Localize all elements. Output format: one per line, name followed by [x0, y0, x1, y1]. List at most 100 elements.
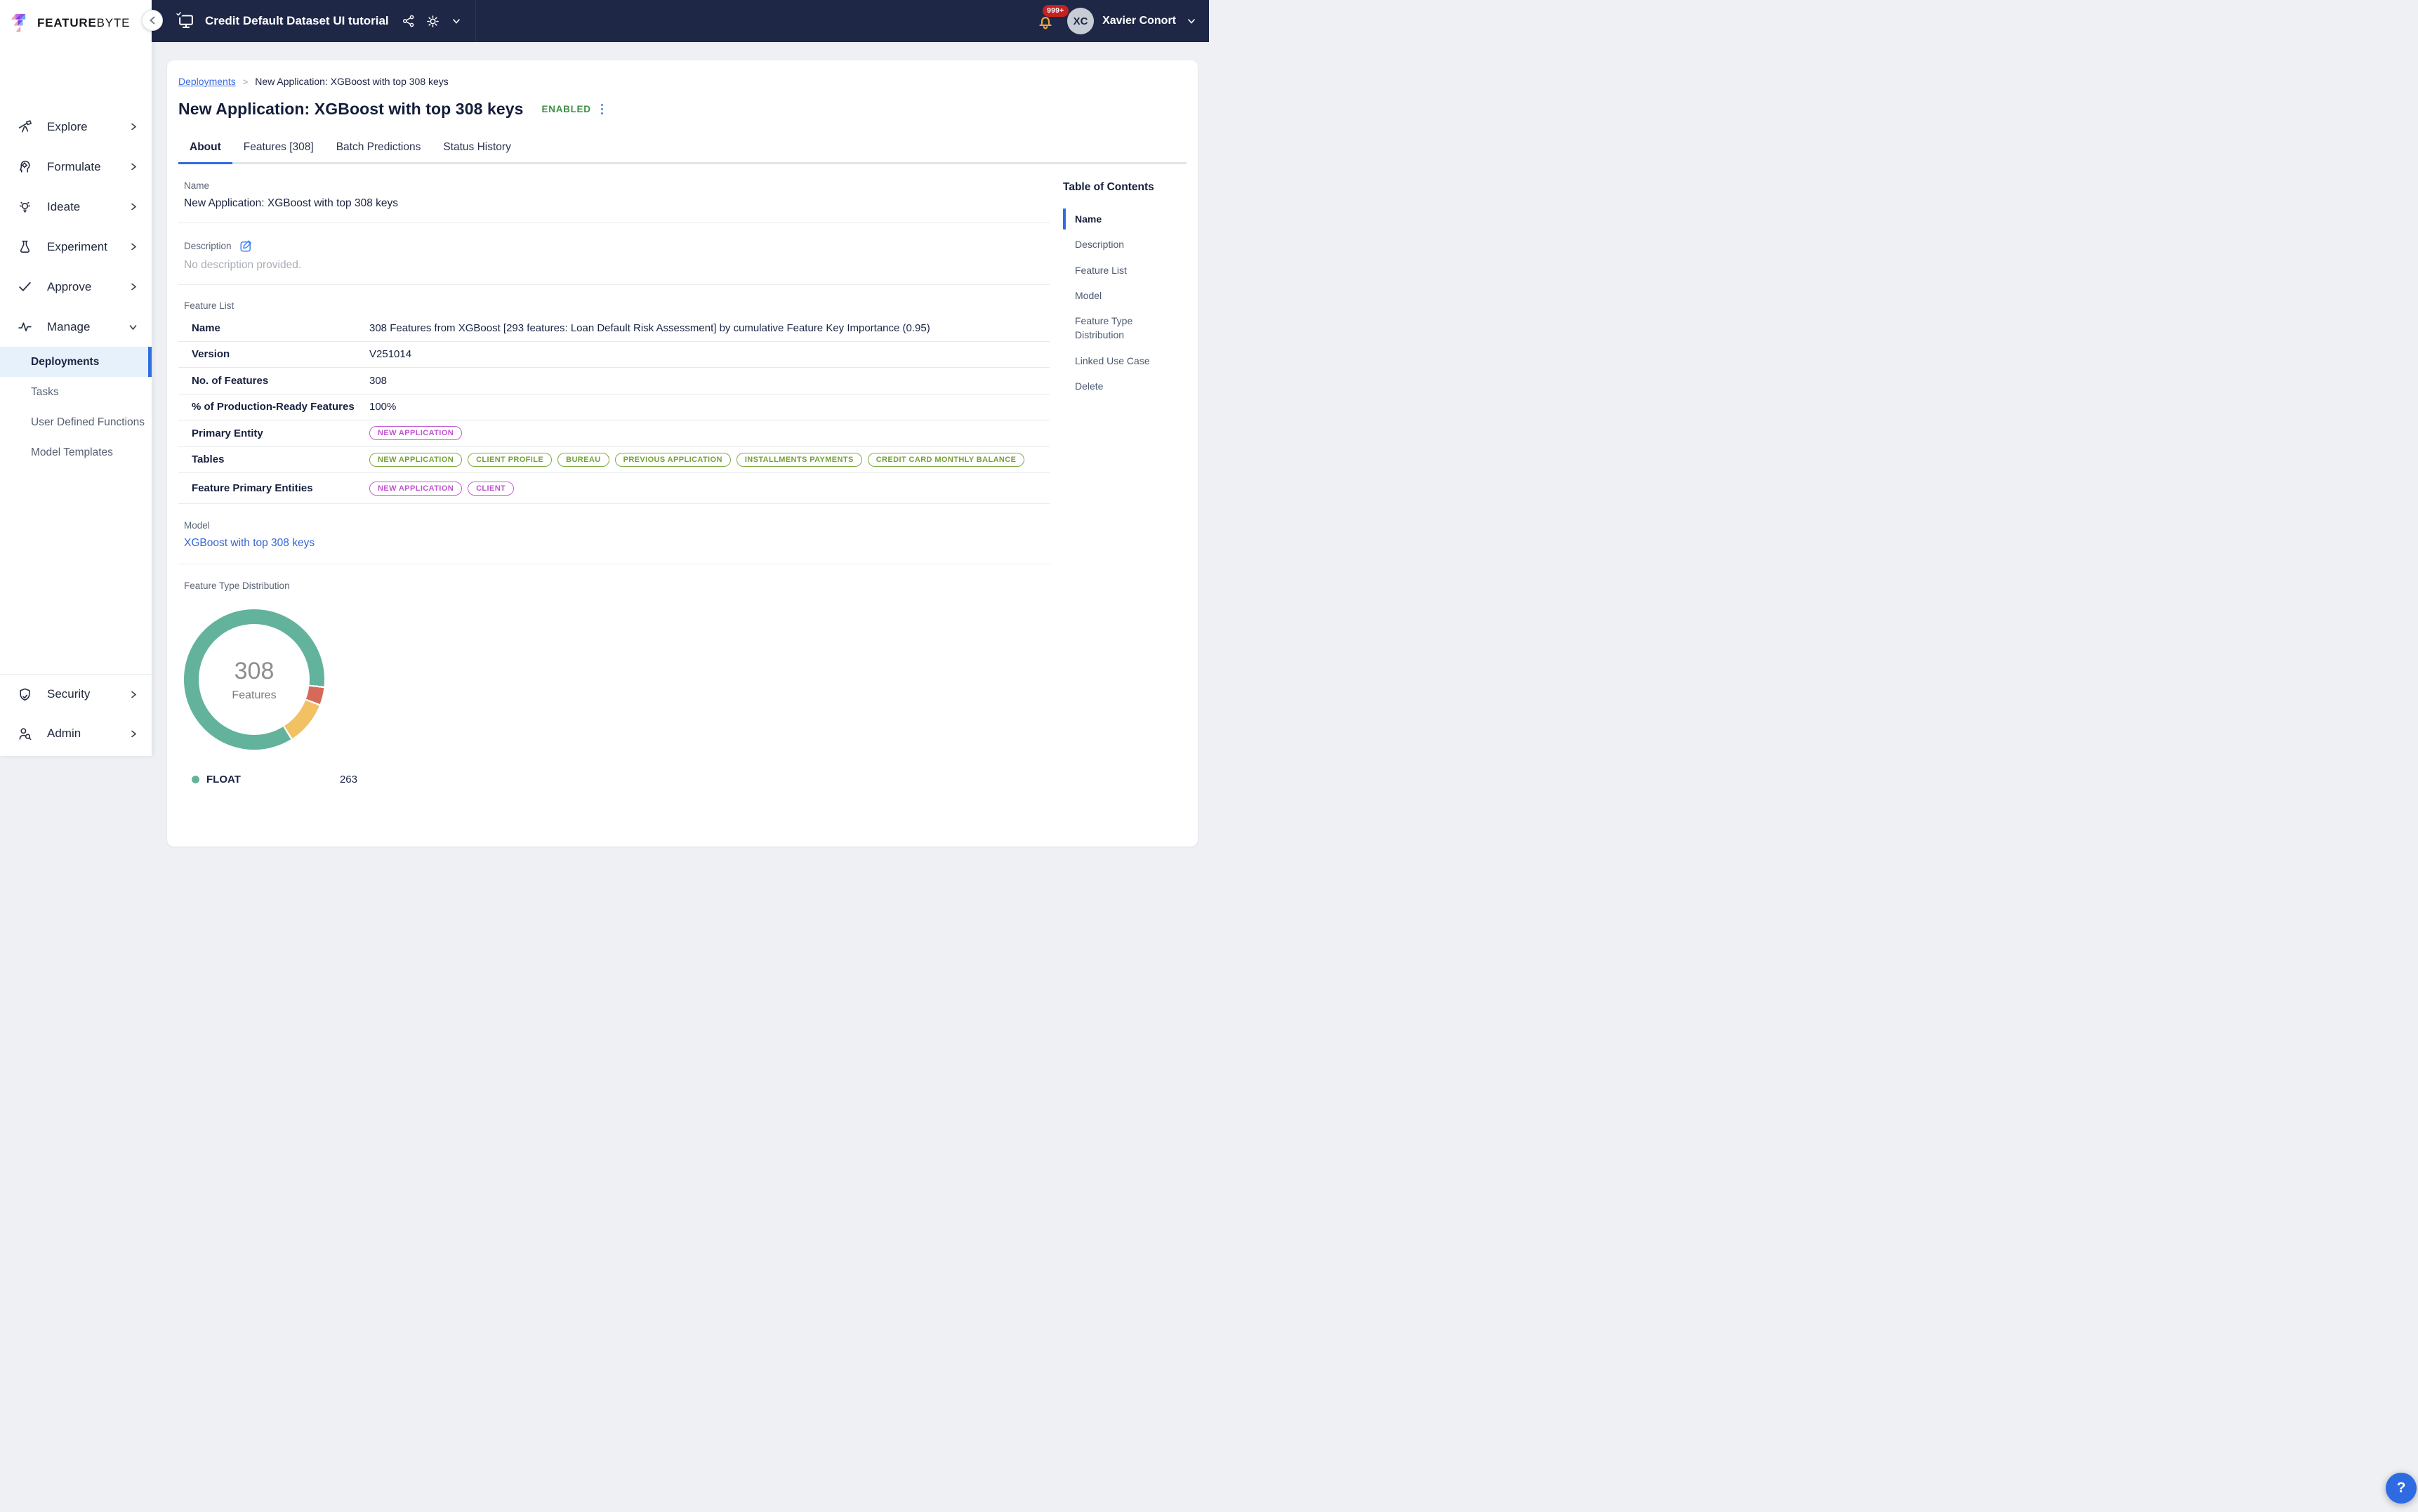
gear-icon[interactable]	[425, 14, 440, 29]
sidebar-item-deployments[interactable]: Deployments	[0, 347, 152, 377]
chevron-right-icon	[129, 282, 138, 291]
sidebar-item-model-templates[interactable]: Model Templates	[0, 437, 152, 467]
donut-ring: 308 Features	[184, 609, 324, 750]
tab-about[interactable]: About	[178, 134, 232, 162]
donut-total: 308	[234, 658, 275, 685]
sidebar-item-label: Experiment	[47, 240, 107, 254]
chevron-right-icon	[129, 122, 138, 131]
deployment-detail-card: Deployments > New Application: XGBoost w…	[167, 60, 1198, 847]
sidebar-item-label: Admin	[47, 727, 81, 741]
sidebar-item-label: Manage	[47, 320, 90, 334]
deployment-name-value: New Application: XGBoost with top 308 ke…	[184, 197, 1050, 223]
notification-count-badge: 999+	[1043, 5, 1068, 17]
sidebar-item-formulate[interactable]: Formulate	[0, 147, 152, 187]
sidebar-item-label: Deployments	[31, 356, 99, 369]
table-tag[interactable]: NEW APPLICATION	[369, 453, 462, 467]
breadcrumb: Deployments > New Application: XGBoost w…	[178, 76, 1187, 87]
sidebar: FEATUREBYTE Explore Formulate	[0, 0, 152, 756]
edit-description-icon[interactable]	[239, 239, 253, 253]
section-feature-list: Feature List Name 308 Features from XGBo…	[178, 285, 1050, 504]
breadcrumb-current: New Application: XGBoost with top 308 ke…	[255, 76, 448, 87]
production-ready-value: 100%	[369, 401, 396, 413]
catalog-title[interactable]: Credit Default Dataset UI tutorial	[205, 14, 389, 28]
tab-features[interactable]: Features [308]	[232, 134, 325, 162]
toc-item-feature-type-distribution[interactable]: Feature Type Distribution	[1063, 308, 1168, 348]
activity-pulse-icon	[17, 319, 32, 335]
sidebar-item-ideate[interactable]: Ideate	[0, 187, 152, 227]
tab-batch-predictions[interactable]: Batch Predictions	[325, 134, 432, 162]
head-gear-icon	[17, 159, 32, 175]
toc-item-name[interactable]: Name	[1063, 206, 1168, 232]
sidebar-item-user-defined-functions[interactable]: User Defined Functions	[0, 407, 152, 437]
shield-check-icon	[17, 687, 32, 702]
sidebar-nav: Explore Formulate Ideate	[0, 107, 152, 347]
sidebar-item-label: Model Templates	[31, 446, 113, 459]
sidebar-item-label: Ideate	[47, 200, 80, 214]
avatar[interactable]: XC	[1067, 8, 1094, 34]
sidebar-item-tasks[interactable]: Tasks	[0, 377, 152, 407]
table-row-primary-entity: Primary Entity NEW APPLICATION	[178, 420, 1050, 447]
version-value: V251014	[369, 348, 411, 360]
feature-type-donut-chart: 308 Features FLOAT 263	[184, 609, 1050, 785]
donut-caption: Features	[232, 689, 276, 702]
model-link[interactable]: XGBoost with top 308 keys	[184, 537, 1050, 564]
status-kebab-menu-icon[interactable]	[600, 102, 605, 117]
toc-item-delete[interactable]: Delete	[1063, 373, 1168, 399]
table-tag[interactable]: CLIENT PROFILE	[468, 453, 552, 467]
section-description: Description No description provided.	[178, 223, 1050, 285]
section-model: Model XGBoost with top 308 keys	[178, 504, 1050, 564]
user-menu-chevron-icon[interactable]	[1187, 17, 1196, 25]
table-tag[interactable]: INSTALLMENTS PAYMENTS	[736, 453, 862, 467]
feature-count-value: 308	[369, 375, 387, 387]
sidebar-item-label: Security	[47, 687, 90, 701]
user-name: Xavier Conort	[1102, 15, 1176, 27]
notifications-bell-icon[interactable]: 999+	[1036, 12, 1055, 30]
sidebar-item-label: Explore	[47, 120, 88, 134]
status-badge: ENABLED	[542, 104, 591, 114]
legend-dot-float	[192, 776, 199, 783]
sidebar-collapse-button[interactable]	[142, 10, 163, 31]
section-label: Feature Type Distribution	[184, 581, 1050, 591]
table-tag[interactable]: BUREAU	[557, 453, 609, 467]
breadcrumb-separator: >	[243, 77, 249, 87]
entity-tag[interactable]: CLIENT	[468, 482, 514, 496]
table-tag[interactable]: PREVIOUS APPLICATION	[615, 453, 731, 467]
catalog-monitor-icon	[177, 12, 195, 30]
table-row-name: Name 308 Features from XGBoost [293 feat…	[178, 315, 1050, 342]
sidebar-item-label: Tasks	[31, 386, 59, 399]
sidebar-item-admin[interactable]: Admin	[0, 714, 152, 753]
entity-tag[interactable]: NEW APPLICATION	[369, 426, 462, 440]
legend-row-float: FLOAT 263	[192, 774, 357, 785]
detail-tabs: About Features [308] Batch Predictions S…	[178, 134, 1187, 164]
sidebar-item-security[interactable]: Security	[0, 675, 152, 714]
toc-item-description[interactable]: Description	[1063, 232, 1168, 257]
tab-status-history[interactable]: Status History	[432, 134, 522, 162]
sidebar-item-explore[interactable]: Explore	[0, 107, 152, 147]
breadcrumb-deployments-link[interactable]: Deployments	[178, 76, 236, 87]
table-row-feature-primary-entities: Feature Primary Entities NEW APPLICATION…	[178, 473, 1050, 504]
description-empty-text: No description provided.	[184, 259, 1050, 284]
feature-list-link[interactable]: 308 Features from XGBoost [293 features:…	[369, 322, 930, 334]
featurebyte-logo: FEATUREBYTE	[0, 0, 152, 37]
toc-item-feature-list[interactable]: Feature List	[1063, 258, 1168, 283]
catalog-menu-chevron-icon[interactable]	[451, 17, 461, 25]
toc-title: Table of Contents	[1063, 181, 1187, 194]
toc-item-linked-use-case[interactable]: Linked Use Case	[1063, 348, 1168, 373]
share-icon[interactable]	[402, 14, 416, 28]
header-divider	[475, 0, 476, 42]
chevron-right-icon	[129, 242, 138, 251]
sidebar-item-manage[interactable]: Manage	[0, 307, 152, 347]
chevron-right-icon	[129, 202, 138, 211]
chevron-right-icon	[129, 162, 138, 171]
section-name: Name New Application: XGBoost with top 3…	[178, 164, 1050, 223]
sidebar-item-approve[interactable]: Approve	[0, 267, 152, 307]
table-row-version: Version V251014	[178, 342, 1050, 369]
sidebar-item-experiment[interactable]: Experiment	[0, 227, 152, 267]
section-label: Feature List	[184, 300, 1050, 311]
table-tag[interactable]: CREDIT CARD MONTHLY BALANCE	[868, 453, 1025, 467]
sidebar-bottom-nav: Security Admin	[0, 674, 152, 756]
help-button[interactable]: ?	[2386, 1473, 2417, 1504]
entity-tag[interactable]: NEW APPLICATION	[369, 482, 462, 496]
chevron-down-icon	[128, 323, 138, 331]
toc-item-model[interactable]: Model	[1063, 283, 1168, 308]
